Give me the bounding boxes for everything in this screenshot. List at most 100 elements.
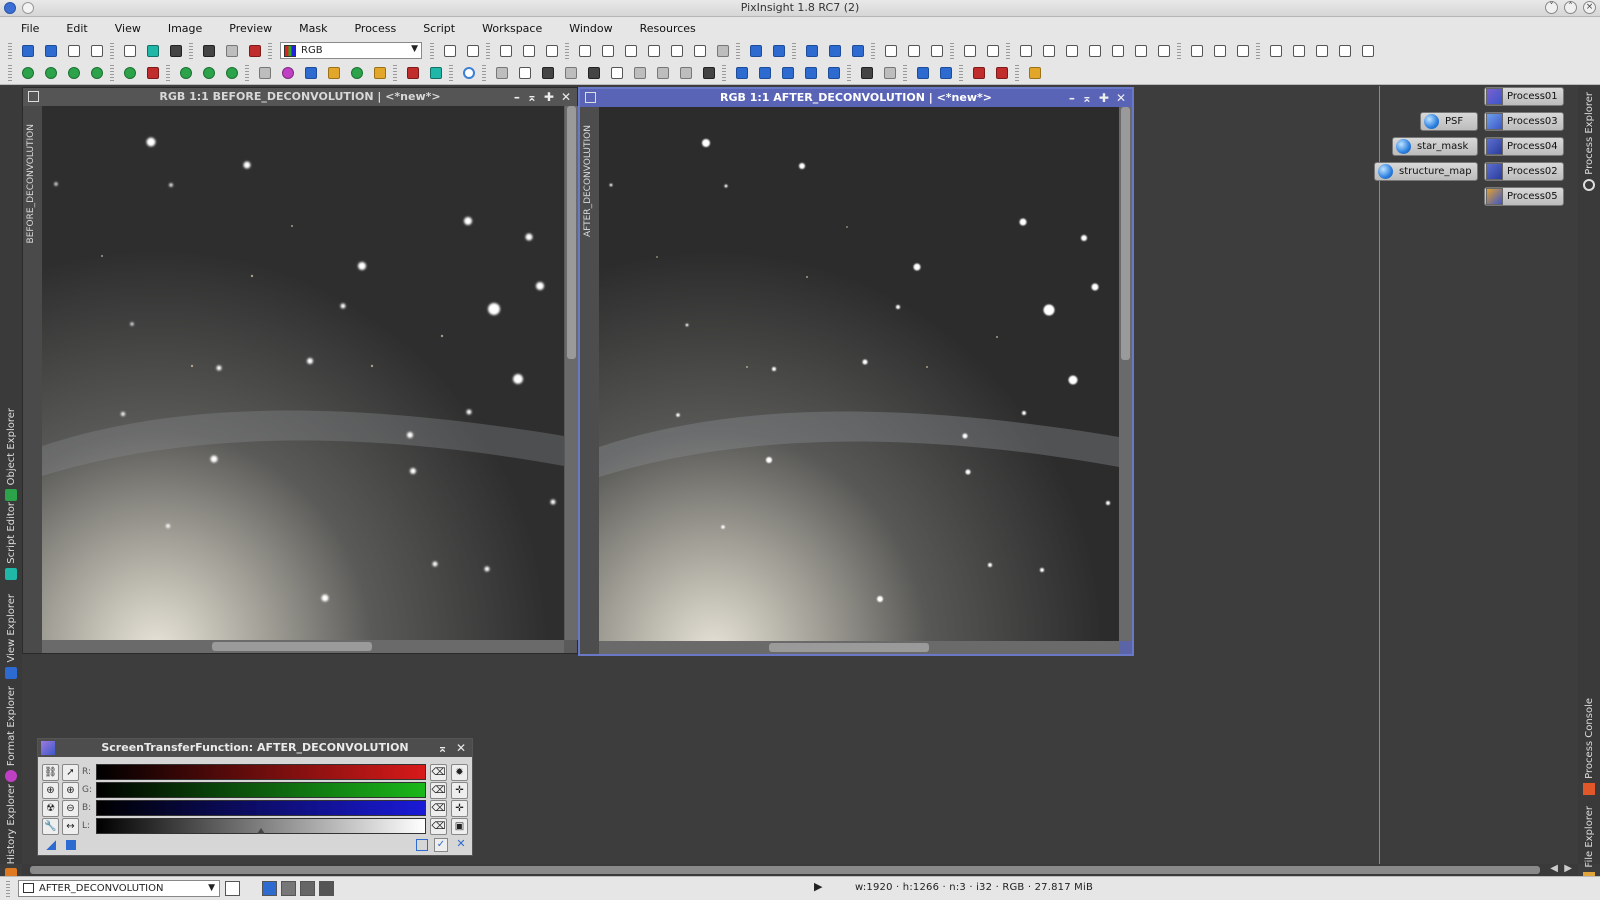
horizontal-arrows-icon[interactable]: ↔ bbox=[62, 817, 79, 835]
process-icon-process01[interactable]: Process01 bbox=[1484, 87, 1564, 106]
explorer-c-icon[interactable] bbox=[1234, 42, 1252, 60]
preview-restore-icon[interactable] bbox=[1063, 42, 1081, 60]
preview-mode-icon[interactable] bbox=[668, 42, 686, 60]
mask-f-icon[interactable] bbox=[608, 64, 626, 82]
layout-b-icon[interactable] bbox=[1290, 42, 1308, 60]
new-instance-icon[interactable] bbox=[46, 840, 56, 850]
image-window-title[interactable]: RGB 1:1 BEFORE_DECONVOLUTION | <*new*> –… bbox=[23, 88, 577, 106]
menu-mask[interactable]: Mask bbox=[299, 22, 327, 35]
apply-global-icon[interactable] bbox=[66, 840, 76, 850]
zoom-fit-icon[interactable] bbox=[928, 42, 946, 60]
grid-b-icon[interactable] bbox=[42, 64, 60, 82]
clone-view-button[interactable] bbox=[441, 42, 459, 60]
window-cascade-icon[interactable] bbox=[984, 42, 1002, 60]
minimize-icon[interactable]: – bbox=[1069, 89, 1075, 107]
mask-g-icon[interactable] bbox=[631, 64, 649, 82]
fit-window-icon[interactable] bbox=[905, 42, 923, 60]
view-selector-combo[interactable]: AFTER_DECONVOLUTION ▼ bbox=[18, 880, 220, 897]
shade-icon[interactable]: ⌅ bbox=[438, 741, 448, 755]
display-c-icon[interactable] bbox=[970, 64, 988, 82]
channel-combo[interactable]: RGB ▼ bbox=[280, 42, 422, 59]
new-image-button[interactable] bbox=[121, 42, 139, 60]
radiation-icon[interactable]: ☢ bbox=[42, 799, 59, 817]
toolbar-grip[interactable] bbox=[8, 42, 12, 59]
shade-icon[interactable]: ⌅ bbox=[527, 88, 537, 106]
reset-channel-icon[interactable]: ⌫ bbox=[430, 763, 447, 781]
process-icon-process04[interactable]: Process04 bbox=[1484, 137, 1564, 156]
diamond-icon[interactable] bbox=[325, 64, 343, 82]
image-icon-star-mask[interactable]: star_mask bbox=[1392, 137, 1478, 156]
layout-e-icon[interactable] bbox=[1359, 42, 1377, 60]
vertical-scrollbar[interactable] bbox=[565, 106, 578, 640]
play-icon[interactable]: ▶ bbox=[814, 880, 822, 893]
wrench-icon[interactable]: 🔧 bbox=[42, 817, 59, 835]
layout-a-icon[interactable] bbox=[1267, 42, 1285, 60]
paste-into-button[interactable] bbox=[543, 42, 561, 60]
link-channels-icon[interactable]: ⛓ bbox=[42, 763, 59, 781]
zoom-in-icon[interactable] bbox=[747, 42, 765, 60]
gear-icon[interactable] bbox=[256, 64, 274, 82]
target-icon[interactable] bbox=[460, 64, 478, 82]
process-icon-process05[interactable]: Process05 bbox=[1484, 187, 1564, 206]
edit-preview-icon[interactable] bbox=[691, 42, 709, 60]
image-icon-psf[interactable]: PSF bbox=[1420, 112, 1478, 131]
image-window-title[interactable]: RGB 1:1 AFTER_DECONVOLUTION | <*new*> – … bbox=[580, 89, 1132, 107]
mirror-h-icon[interactable] bbox=[802, 64, 820, 82]
stf-blue-slider[interactable] bbox=[96, 800, 426, 816]
mask-invert-button[interactable] bbox=[246, 42, 264, 60]
tab-process-explorer[interactable]: Process Explorer bbox=[1580, 92, 1598, 191]
close-icon[interactable]: ✕ bbox=[1116, 89, 1126, 107]
channel-rgb-icon[interactable] bbox=[262, 881, 277, 896]
layout-c-icon[interactable] bbox=[1313, 42, 1331, 60]
zoom-in-range-icon[interactable]: ⊕ bbox=[62, 781, 79, 799]
stf-b-icon[interactable] bbox=[881, 64, 899, 82]
mirror-v-icon[interactable] bbox=[825, 64, 843, 82]
workspace-scrollbar[interactable]: ◀ ▶ bbox=[22, 863, 1578, 876]
cylinder-icon[interactable] bbox=[371, 64, 389, 82]
explorer-b-icon[interactable] bbox=[1211, 42, 1229, 60]
menu-script[interactable]: Script bbox=[423, 22, 455, 35]
reset-channel-icon[interactable]: ⌫ bbox=[430, 799, 447, 817]
copy-button[interactable] bbox=[497, 42, 515, 60]
preview-next-icon[interactable] bbox=[1132, 42, 1150, 60]
pointer-icon[interactable]: ➚ bbox=[62, 763, 79, 781]
stf-luminance-slider[interactable] bbox=[96, 818, 426, 834]
preview-active-icon[interactable] bbox=[1109, 42, 1127, 60]
vertical-scrollbar[interactable] bbox=[1119, 107, 1132, 641]
tab-file-explorer[interactable]: File Explorer bbox=[1580, 806, 1598, 884]
explorer-a-icon[interactable] bbox=[1188, 42, 1206, 60]
horizontal-scrollbar[interactable] bbox=[599, 641, 1119, 654]
preview-store-icon[interactable] bbox=[1040, 42, 1058, 60]
cube-a-icon[interactable] bbox=[177, 64, 195, 82]
execute-icon[interactable] bbox=[404, 64, 422, 82]
close-icon[interactable]: ✕ bbox=[456, 741, 466, 755]
mask-enable-button[interactable] bbox=[200, 42, 218, 60]
close-button[interactable]: × bbox=[1583, 1, 1596, 14]
image-canvas[interactable] bbox=[42, 106, 564, 640]
scroll-left-icon[interactable]: ◀ bbox=[1550, 863, 1558, 874]
zoom-out-icon[interactable] bbox=[770, 42, 788, 60]
mask-e-icon[interactable] bbox=[585, 64, 603, 82]
stf-red-slider[interactable] bbox=[96, 764, 426, 780]
reset-channel-icon[interactable]: ⌫ bbox=[430, 781, 447, 799]
display-d-icon[interactable] bbox=[993, 64, 1011, 82]
preview-new-icon[interactable] bbox=[1017, 42, 1035, 60]
scroll-thumb[interactable] bbox=[567, 106, 576, 359]
zoom-in-icon[interactable]: ⊕ bbox=[42, 781, 59, 799]
stf-a-icon[interactable] bbox=[858, 64, 876, 82]
mask-d-icon[interactable] bbox=[562, 64, 580, 82]
maximize-button[interactable]: ˄ bbox=[1564, 1, 1577, 14]
zoom-1-1-icon[interactable] bbox=[803, 42, 821, 60]
cross-icon[interactable]: ✕ bbox=[454, 838, 468, 852]
redo-button[interactable] bbox=[42, 42, 60, 60]
mask-b-icon[interactable] bbox=[516, 64, 534, 82]
tab-history-explorer[interactable]: History Explorer bbox=[2, 784, 20, 881]
tab-format-explorer[interactable]: Format Explorer bbox=[2, 686, 20, 783]
menu-window[interactable]: Window bbox=[569, 22, 612, 35]
menu-resources[interactable]: Resources bbox=[640, 22, 696, 35]
display-a-icon[interactable] bbox=[914, 64, 932, 82]
shade-icon[interactable]: ⌅ bbox=[1082, 89, 1092, 107]
menu-view[interactable]: View bbox=[115, 22, 141, 35]
menu-edit[interactable]: Edit bbox=[66, 22, 87, 35]
grid-d-icon[interactable] bbox=[88, 64, 106, 82]
